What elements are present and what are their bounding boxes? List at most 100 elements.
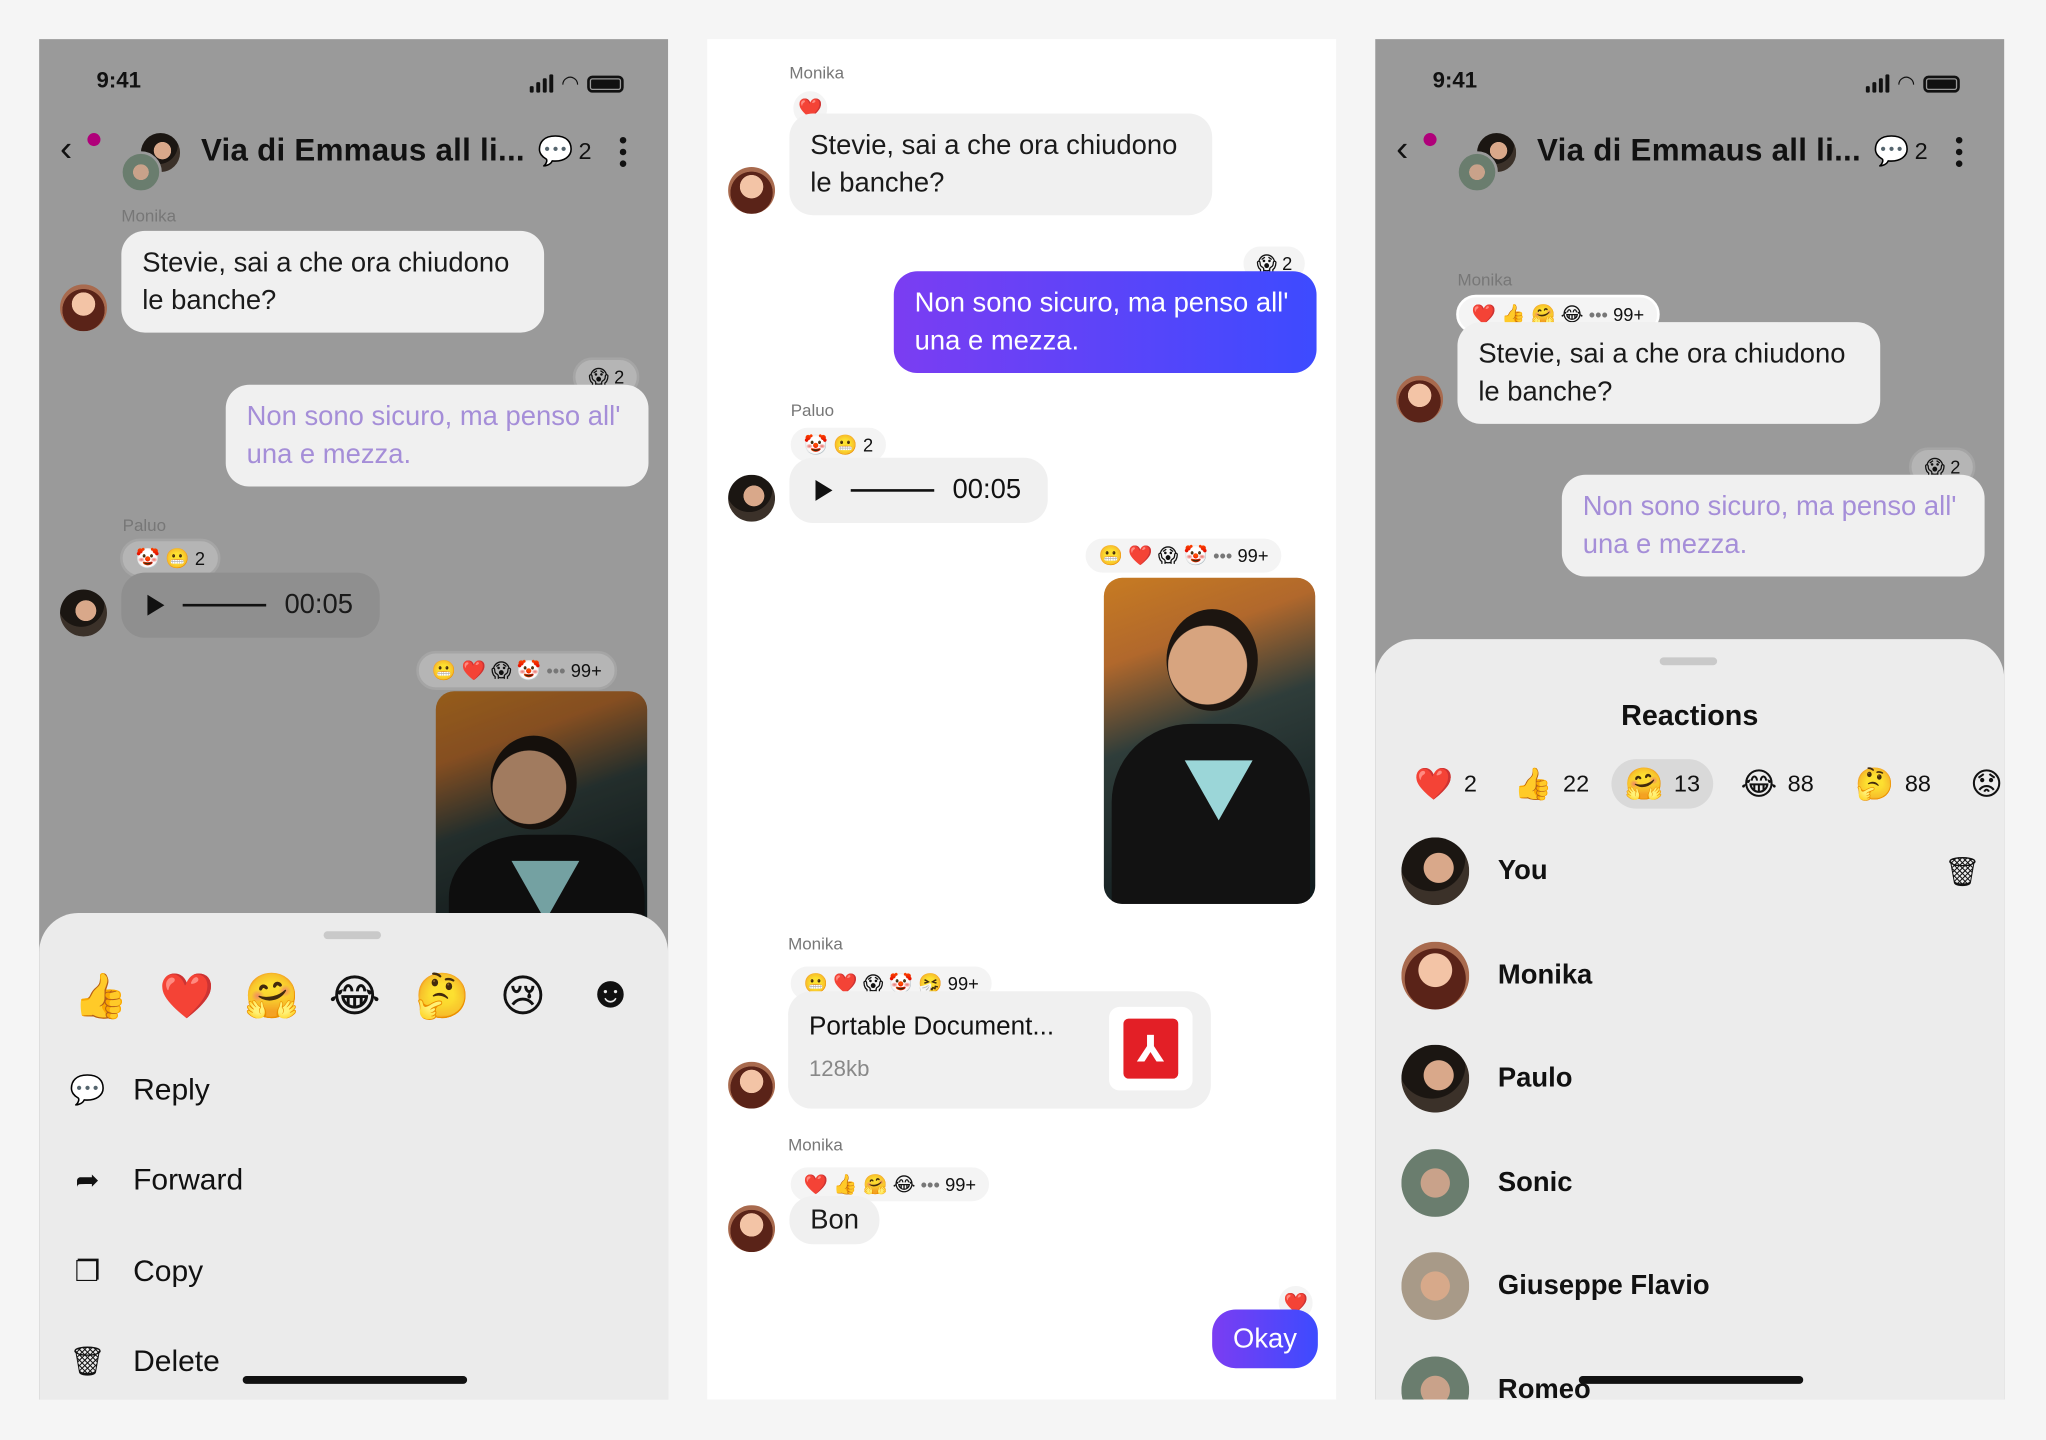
reactor-name: Sonic — [1497, 1167, 1573, 1198]
thumbs-up-emoji-icon[interactable]: 👍 — [73, 970, 128, 1022]
reaction-chip[interactable]: 😬 ❤️ 😱 🤡 ••• 99+ — [1082, 536, 1285, 576]
sender-name: Monika — [788, 1134, 843, 1155]
tab-count: 88 — [1787, 770, 1814, 797]
message-bubble[interactable]: Stevie, sai a che ora chiudono le banche… — [121, 230, 545, 333]
cry-emoji-icon[interactable]: 😢 — [500, 970, 546, 1022]
audio-duration: 00:05 — [952, 474, 1022, 505]
reactor-row[interactable]: Paulo — [1401, 1044, 1573, 1113]
reaction-count: 99+ — [570, 659, 602, 681]
reaction-tab-heart[interactable]: ❤️ 2 — [1401, 759, 1490, 809]
unread-dot — [87, 133, 101, 147]
file-name: Portable Document... — [808, 1012, 1055, 1041]
thinking-emoji-icon[interactable]: 🤔 — [415, 970, 470, 1022]
sender-name: Monika — [1457, 269, 1513, 290]
threads-button[interactable]: 💬 2 — [1874, 134, 1928, 168]
more-reactions: ••• — [920, 1173, 940, 1195]
status-icons: ◠ — [529, 70, 624, 96]
avatar[interactable] — [728, 166, 776, 214]
reactor-row[interactable]: Romeo — [1401, 1356, 1591, 1400]
group-avatar[interactable] — [120, 133, 185, 194]
message-bubble-mine[interactable]: Non sono sicuro, ma penso all' una e mez… — [225, 384, 649, 487]
thread-count: 2 — [1914, 137, 1928, 164]
phone-screen-reactions: 9:41 ◠ ‹ Via di Emmaus all li... 💬 2 Moni… — [1375, 39, 2005, 1400]
thread-icon: 💬 — [1873, 134, 1910, 167]
reactor-row[interactable]: Giuseppe Flavio — [1401, 1252, 1710, 1320]
sheet-handle[interactable] — [323, 931, 382, 940]
menu-forward[interactable]: ➦ Forward — [70, 1162, 243, 1197]
home-indicator[interactable] — [1578, 1376, 1804, 1384]
avatar[interactable] — [728, 1205, 776, 1253]
add-reaction-icon[interactable]: ☻ — [587, 968, 634, 1019]
chat-title[interactable]: Via di Emmaus all li... — [1537, 133, 1861, 170]
file-message[interactable]: Portable Document... 128kb ⅄ — [788, 991, 1211, 1109]
menu-copy[interactable]: ❐ Copy — [70, 1253, 204, 1288]
play-icon[interactable] — [147, 594, 165, 616]
signal-icon — [529, 74, 554, 93]
avatar[interactable] — [60, 284, 107, 332]
clown-emoji-icon: 🤡 — [135, 547, 161, 570]
delete-icon[interactable]: 🗑 — [1944, 856, 1980, 890]
reactor-name: You — [1497, 855, 1548, 886]
menu-reply[interactable]: 💬 Reply — [70, 1072, 210, 1107]
home-indicator[interactable] — [242, 1376, 468, 1384]
sender-name: Monika — [789, 62, 845, 83]
tab-count: 88 — [1904, 770, 1932, 797]
avatar[interactable] — [1396, 375, 1444, 423]
back-icon[interactable]: ‹ — [1396, 128, 1408, 170]
photo-message[interactable] — [1103, 577, 1316, 904]
more-icon[interactable] — [619, 136, 627, 167]
hug-emoji-icon: 🤗 — [1624, 766, 1664, 802]
reaction-tab-thumbs-up[interactable]: 👍 22 — [1501, 759, 1603, 809]
reaction-tab-thinking[interactable]: 🤔 88 — [1842, 759, 1944, 809]
laugh-emoji-icon: 😂 — [1740, 766, 1778, 802]
tab-count: 22 — [1563, 770, 1590, 797]
back-icon[interactable]: ‹ — [60, 128, 72, 170]
reactor-row[interactable]: You — [1401, 837, 1548, 906]
chat-title[interactable]: Via di Emmaus all li... — [201, 133, 525, 170]
menu-label: Copy — [133, 1253, 204, 1288]
message-bubble-mine[interactable]: Okay — [1212, 1309, 1318, 1369]
laugh-emoji-icon[interactable]: 😂 — [329, 970, 381, 1022]
avatar[interactable] — [60, 589, 107, 637]
sender-name: Monika — [121, 206, 177, 226]
heart-emoji-icon[interactable]: ❤️ — [159, 970, 214, 1022]
sheet-handle[interactable] — [1659, 657, 1718, 666]
message-bubble[interactable]: Stevie, sai a che ora chiudono le banche… — [789, 113, 1213, 216]
more-icon[interactable] — [1955, 136, 1963, 167]
reactor-name: Giuseppe Flavio — [1497, 1270, 1710, 1301]
play-icon[interactable] — [815, 479, 833, 501]
threads-button[interactable]: 💬 2 — [538, 134, 592, 168]
message-bubble-mine[interactable]: Non sono sicuro, ma penso all' una e mez… — [1561, 474, 1985, 577]
avatar — [1401, 1149, 1470, 1217]
thumbs-up-emoji-icon: 👍 — [1513, 766, 1553, 802]
sender-name: Paluo — [122, 515, 167, 535]
status-time: 9:41 — [1432, 67, 1478, 93]
message-bubble[interactable]: Stevie, sai a che ora chiudono le banche… — [1457, 322, 1881, 424]
group-avatar[interactable] — [1456, 133, 1521, 194]
thread-count: 2 — [578, 137, 592, 164]
unread-dot — [1423, 133, 1437, 147]
menu-delete[interactable]: 🗑 Delete — [69, 1343, 220, 1378]
thinking-emoji-icon: 🤔 — [1855, 766, 1895, 802]
reaction-tab-laugh[interactable]: 😂 88 — [1728, 759, 1827, 809]
reactor-name: Paulo — [1497, 1063, 1573, 1094]
reactor-name: Romeo — [1497, 1374, 1591, 1400]
status-icons: ◠ — [1865, 70, 1960, 96]
forward-icon: ➦ — [75, 1162, 100, 1196]
reaction-tab-worried[interactable]: 😟 — [1957, 759, 2004, 809]
reactions-sheet: Reactions ❤️ 2 👍 22 🤗 13 😂 88 🤔 88 😟 You 🗑 Mo… — [1375, 639, 2005, 1400]
voice-message[interactable]: 00:05 — [789, 457, 1048, 524]
avatar[interactable] — [728, 1061, 776, 1109]
sender-name: Paluo — [790, 400, 835, 420]
reactor-row[interactable]: Sonic — [1401, 1149, 1573, 1217]
avatar[interactable] — [728, 474, 776, 522]
voice-message[interactable]: 00:05 — [121, 572, 380, 638]
context-menu-sheet: 👍 ❤️ 🤗 😂 🤔 😢 ☻ 💬 Reply ➦ Forward ❐ Copy 🗑 De… — [39, 913, 669, 1400]
grin-emoji-icon: 😬 — [165, 547, 190, 570]
reaction-tab-hug[interactable]: 🤗 13 — [1611, 759, 1714, 809]
message-bubble[interactable]: Bon — [789, 1196, 880, 1245]
hug-emoji-icon[interactable]: 🤗 — [244, 970, 299, 1022]
message-bubble-mine[interactable]: Non sono sicuro, ma penso all' una e mez… — [893, 271, 1317, 374]
reaction-chip[interactable]: 😬 ❤️ 😱 🤡 ••• 99+ — [416, 650, 618, 690]
reactor-row[interactable]: Monika — [1401, 941, 1592, 1010]
